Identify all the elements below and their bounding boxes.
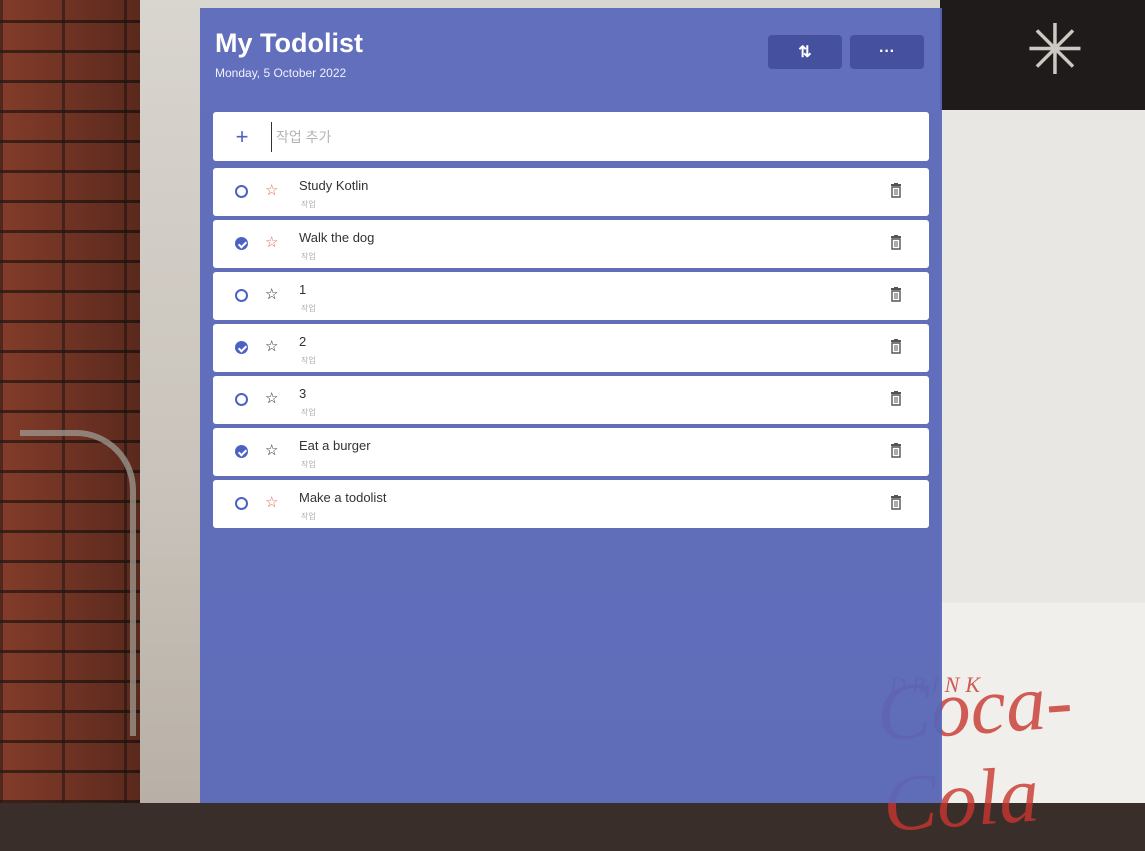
task-title: Eat a burger: [299, 438, 371, 453]
task-subtitle: 작업: [301, 356, 316, 365]
star-filled-icon[interactable]: ☆: [265, 233, 278, 251]
task-row[interactable]: ☆ 1 작업: [213, 272, 929, 320]
task-row[interactable]: ☆ Eat a burger 작업: [213, 428, 929, 476]
task-subtitle: 작업: [301, 512, 316, 521]
trash-icon[interactable]: [890, 339, 902, 354]
trash-icon[interactable]: [890, 235, 902, 250]
star-filled-icon[interactable]: ☆: [265, 493, 278, 511]
task-row[interactable]: ☆ 2 작업: [213, 324, 929, 372]
add-task-row[interactable]: +: [213, 112, 929, 161]
checkbox-circle-icon[interactable]: [235, 497, 248, 510]
more-icon: ···: [879, 43, 895, 60]
star-filled-icon[interactable]: ☆: [265, 181, 278, 199]
task-title: Walk the dog: [299, 230, 375, 245]
checkbox-checked-icon[interactable]: [235, 445, 248, 458]
task-title: Study Kotlin: [299, 178, 369, 193]
task-row[interactable]: ☆ Make a todolist 작업: [213, 480, 929, 528]
trash-icon[interactable]: [890, 183, 902, 198]
task-row[interactable]: ☆ 3 작업: [213, 376, 929, 424]
add-task-input[interactable]: [271, 121, 876, 152]
task-title: 3: [299, 386, 307, 401]
checkbox-circle-icon[interactable]: [235, 185, 248, 198]
trash-icon[interactable]: [890, 495, 902, 510]
checkbox-circle-icon[interactable]: [235, 289, 248, 302]
page-title: My Todolist: [215, 28, 363, 58]
task-subtitle: 작업: [301, 304, 316, 313]
task-subtitle: 작업: [301, 408, 316, 417]
trash-icon[interactable]: [890, 287, 902, 302]
star-outline-icon[interactable]: ☆: [265, 441, 278, 459]
background-star-decoration: ✳: [1025, 11, 1085, 89]
star-outline-icon[interactable]: ☆: [265, 337, 278, 355]
checkbox-circle-icon[interactable]: [235, 393, 248, 406]
sort-button[interactable]: ⇅: [768, 35, 842, 69]
sort-icon: ⇅: [798, 44, 812, 61]
page-date: Monday, 5 October 2022: [215, 66, 347, 80]
task-list: ☆ Study Kotlin 작업 ☆ Walk the dog 작업 ☆ 1 …: [213, 168, 929, 532]
trash-icon[interactable]: [890, 391, 902, 406]
task-subtitle: 작업: [301, 252, 316, 261]
task-row[interactable]: ☆ Study Kotlin 작업: [213, 168, 929, 216]
task-subtitle: 작업: [301, 460, 316, 469]
checkbox-checked-icon[interactable]: [235, 341, 248, 354]
task-title: 2: [299, 334, 307, 349]
star-outline-icon[interactable]: ☆: [265, 389, 278, 407]
todo-app-window: My Todolist Monday, 5 October 2022 ⇅ ···…: [200, 8, 942, 803]
star-outline-icon[interactable]: ☆: [265, 285, 278, 303]
task-title: 1: [299, 282, 307, 297]
more-options-button[interactable]: ···: [850, 35, 924, 69]
background-pipe: [20, 430, 136, 736]
task-row[interactable]: ☆ Walk the dog 작업: [213, 220, 929, 268]
checkbox-checked-icon[interactable]: [235, 237, 248, 250]
task-title: Make a todolist: [299, 490, 387, 505]
trash-icon[interactable]: [890, 443, 902, 458]
task-subtitle: 작업: [301, 200, 316, 209]
plus-icon: +: [235, 123, 249, 149]
